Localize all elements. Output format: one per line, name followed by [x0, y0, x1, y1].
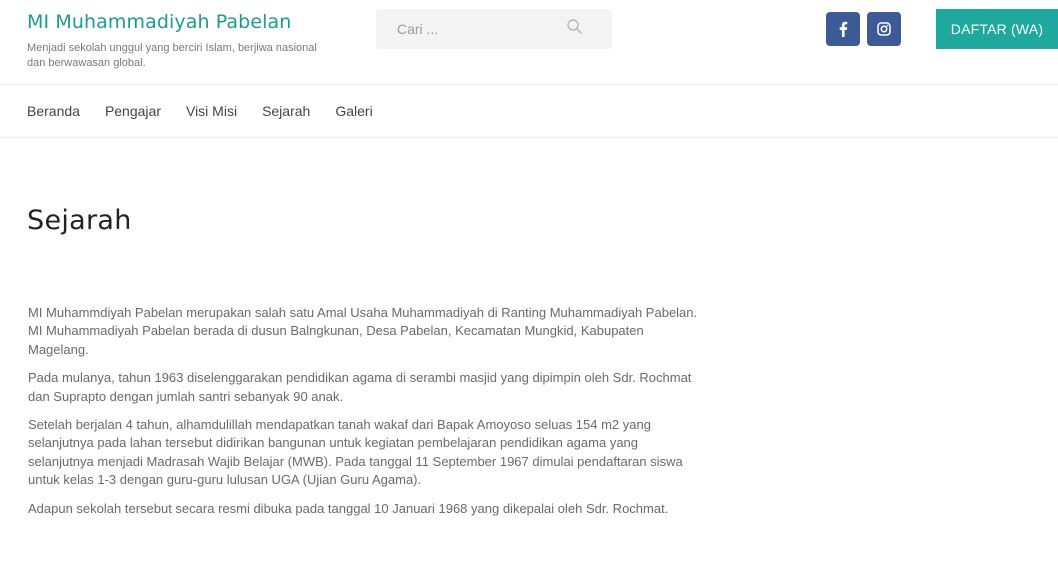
article-paragraph: Setelah berjalan 4 tahun, alhamdulillah … — [28, 417, 683, 488]
daftar-wa-button[interactable]: DAFTAR (WA) — [936, 9, 1058, 49]
site-tagline: Menjadi sekolah unggul yang berciri Isla… — [27, 42, 317, 69]
page-title: Sejarah — [27, 205, 132, 236]
search-icon[interactable] — [566, 18, 583, 35]
facebook-icon[interactable] — [826, 12, 860, 46]
main-nav: Beranda Pengajar Visi Misi Sejarah Galer… — [27, 103, 398, 121]
article-paragraph: Pada mulanya, tahun 1963 diselenggarakan… — [28, 370, 692, 404]
site-header: MI Muhammadiyah Pabelan Menjadi sekolah … — [0, 0, 1058, 84]
nav-divider — [0, 137, 1058, 138]
article-content: MI Muhammdiyah Pabelan merupakan salah s… — [28, 304, 698, 528]
article-paragraph: MI Muhammdiyah Pabelan merupakan salah s… — [28, 305, 698, 357]
nav-item-sejarah[interactable]: Sejarah — [262, 103, 310, 121]
site-title[interactable]: MI Muhammadiyah Pabelan — [27, 11, 291, 33]
header-divider — [0, 84, 1058, 85]
nav-item-galeri[interactable]: Galeri — [335, 103, 372, 121]
search-input[interactable] — [376, 9, 566, 49]
article-paragraph: Adapun sekolah tersebut secara resmi dib… — [28, 500, 669, 516]
instagram-icon[interactable] — [867, 12, 901, 46]
nav-item-visi-misi[interactable]: Visi Misi — [186, 103, 237, 121]
nav-item-beranda[interactable]: Beranda — [27, 103, 80, 121]
nav-item-pengajar[interactable]: Pengajar — [105, 103, 161, 121]
